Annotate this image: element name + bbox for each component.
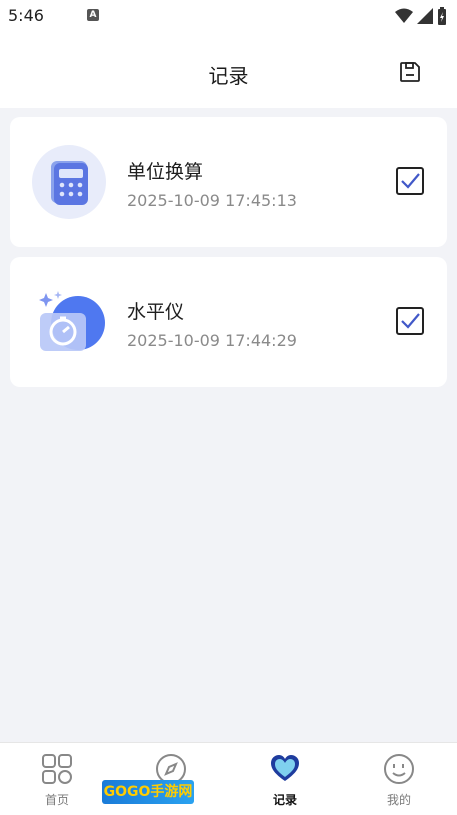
tab-mine-label: 我的 — [386, 793, 411, 807]
record-time: 2025-10-09 17:45:13 — [127, 191, 297, 210]
record-card[interactable]: 单位换算 2025-10-09 17:45:13 — [10, 117, 447, 247]
watermark-logo: GOGO手游网 — [102, 780, 194, 804]
status-time: 5:46 — [8, 6, 44, 25]
tab-records-label: 记录 — [272, 793, 297, 807]
notification-badge: A — [87, 9, 99, 21]
level-icon — [39, 291, 105, 351]
signal-icon — [417, 8, 433, 24]
bottom-tab-bar: 首页 记录 我的 — [0, 742, 457, 815]
record-checkbox[interactable] — [396, 167, 424, 195]
save-icon[interactable] — [398, 60, 422, 84]
wifi-icon — [395, 8, 413, 23]
battery-icon — [438, 7, 446, 25]
grid-icon — [42, 754, 72, 784]
record-time: 2025-10-09 17:44:29 — [127, 331, 297, 350]
heart-icon — [271, 755, 299, 781]
check-icon — [401, 313, 420, 329]
smile-icon — [384, 754, 414, 784]
app-header: 记录 — [0, 32, 457, 108]
status-bar: 5:46 A — [0, 0, 457, 32]
page-title: 记录 — [208, 64, 249, 88]
tab-mine[interactable]: 我的 — [342, 751, 456, 811]
calculator-icon — [32, 145, 106, 219]
record-card[interactable]: 水平仪 2025-10-09 17:44:29 — [10, 257, 447, 387]
record-title: 水平仪 — [127, 301, 185, 323]
tab-home-label: 首页 — [44, 793, 69, 807]
tab-home[interactable]: 首页 — [0, 751, 114, 811]
check-icon — [401, 173, 420, 189]
record-checkbox[interactable] — [396, 307, 424, 335]
tab-records[interactable]: 记录 — [228, 751, 342, 811]
status-icons — [395, 6, 447, 26]
record-title: 单位换算 — [127, 161, 204, 183]
